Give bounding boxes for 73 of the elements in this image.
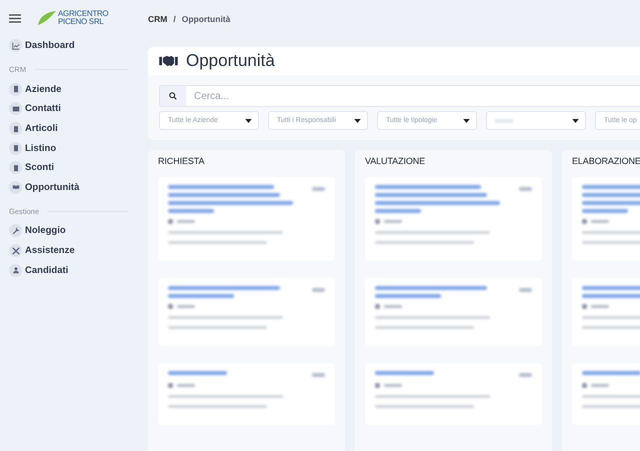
clipboard-icon xyxy=(9,142,22,155)
sidebar-item[interactable]: Aziende xyxy=(9,80,128,100)
blurred-badge xyxy=(519,187,532,191)
blurred-badge xyxy=(312,288,325,292)
menu-icon[interactable] xyxy=(9,14,21,22)
blurred-text xyxy=(177,305,195,308)
blurred-text xyxy=(168,294,234,298)
blurred-text xyxy=(582,371,640,375)
sidebar-item[interactable]: Opportunità xyxy=(9,178,128,198)
building-icon xyxy=(9,82,22,96)
blurred-icon xyxy=(375,219,380,224)
filter-dropdown[interactable] xyxy=(486,111,586,130)
clipboard-icon xyxy=(9,161,22,174)
blurred-icon xyxy=(582,219,587,224)
caret-icon xyxy=(354,118,361,122)
wrench-icon xyxy=(9,224,22,238)
blurred-text xyxy=(375,294,441,298)
handshake-icon xyxy=(9,180,22,194)
opportunity-card[interactable] xyxy=(158,363,335,425)
blurred-icon xyxy=(582,383,587,388)
sidebar-item[interactable]: Assistenze xyxy=(9,240,128,260)
blurred-badge xyxy=(519,288,532,292)
blurred-text xyxy=(384,305,402,308)
blurred-badge xyxy=(519,373,532,377)
caret-icon xyxy=(572,118,579,122)
opportunity-card[interactable] xyxy=(365,278,542,346)
blurred-icon xyxy=(168,383,173,388)
sidebar-item[interactable]: Contatti xyxy=(9,99,128,119)
sidebar-item[interactable]: Candidati xyxy=(9,260,128,280)
blurred-text xyxy=(177,384,195,387)
blurred-text xyxy=(591,305,609,308)
company-logo: AGRICENTRO PICENO SRL xyxy=(37,10,108,26)
blurred-text xyxy=(591,220,609,223)
breadcrumb-separator: / xyxy=(173,14,176,24)
blurred-icon xyxy=(582,304,587,309)
blurred-icon xyxy=(375,383,380,388)
page-title: Opportunità xyxy=(186,51,275,71)
column-title: VALUTAZIONE xyxy=(365,154,426,168)
breadcrumb-current: Opportunità xyxy=(182,14,230,24)
opportunity-card[interactable] xyxy=(365,363,542,425)
clipboard-icon xyxy=(9,122,22,136)
blurred-icon xyxy=(168,219,173,224)
blurred-text xyxy=(168,371,228,375)
blurred-badge xyxy=(312,373,325,377)
opportunity-card[interactable] xyxy=(158,278,335,346)
blurred-text xyxy=(168,209,214,213)
sidebar-item[interactable]: Sconti xyxy=(9,158,128,178)
sidebar-item[interactable]: Listino xyxy=(9,138,128,158)
breadcrumb-link[interactable]: CRM xyxy=(148,14,168,24)
blurred-text xyxy=(582,294,640,298)
people-icon xyxy=(9,264,22,277)
id-card-icon xyxy=(9,102,22,116)
opportunity-card[interactable] xyxy=(365,177,542,261)
handshake-icon xyxy=(159,54,178,68)
blurred-text xyxy=(384,220,402,223)
blurred-text xyxy=(375,371,434,375)
caret-icon xyxy=(463,118,470,122)
sidebar-item[interactable]: Articoli xyxy=(9,118,128,138)
blurred-icon xyxy=(168,304,173,309)
blurred-badge xyxy=(312,187,325,191)
sidebar-item[interactable]: Noleggio xyxy=(9,221,128,241)
sidebar-item[interactable]: Dashboard xyxy=(9,36,128,56)
blurred-icon xyxy=(375,304,380,309)
opportunity-card[interactable] xyxy=(158,177,335,261)
blurred-text xyxy=(177,220,195,223)
blurred-text xyxy=(384,384,402,387)
caret-icon xyxy=(245,118,252,122)
column-title: ELABORAZIONE xyxy=(572,154,640,168)
blurred-text xyxy=(582,209,628,213)
blurred-text xyxy=(591,384,609,387)
chart-icon xyxy=(9,39,22,52)
column-title: RICHIESTA xyxy=(158,154,206,168)
blurred-text xyxy=(375,209,422,213)
